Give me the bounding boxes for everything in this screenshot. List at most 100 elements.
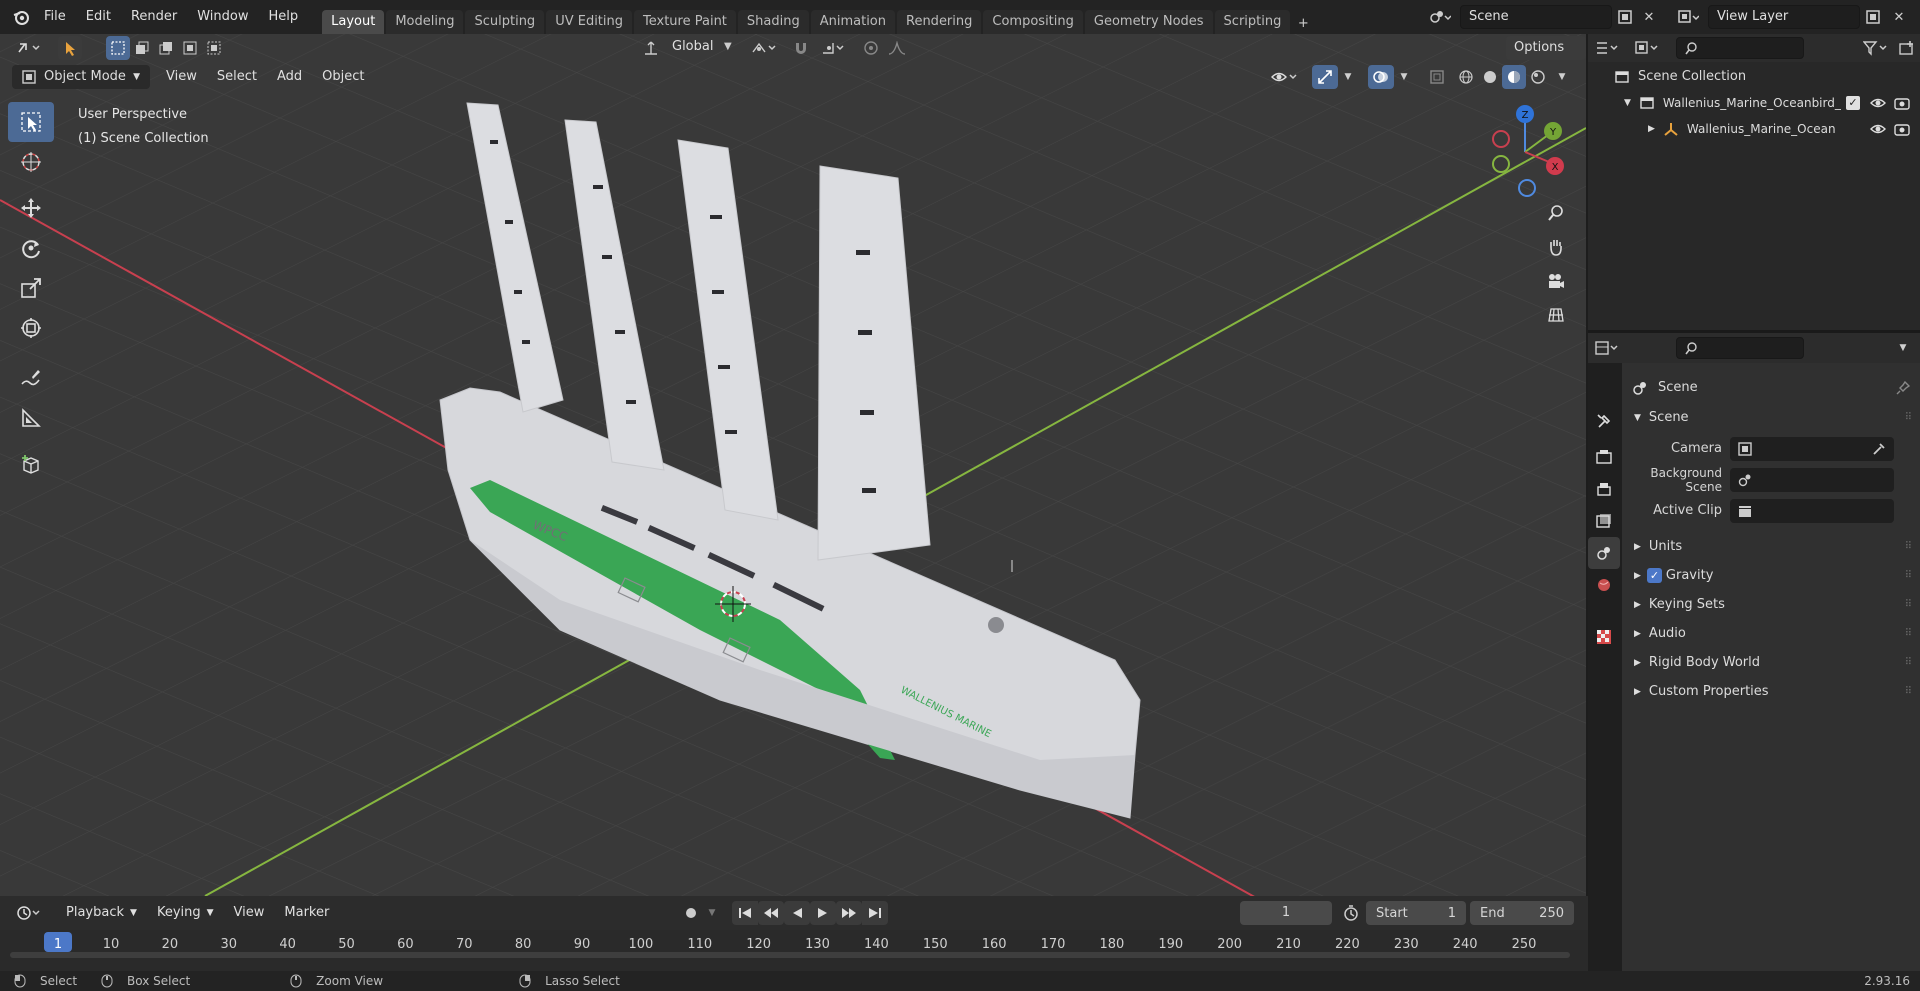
drag-handle-icon[interactable]: ⠿ <box>1905 650 1912 676</box>
solid-shading-icon[interactable] <box>1478 65 1502 89</box>
xray-toggle-icon[interactable] <box>1424 65 1450 89</box>
overlay-dropdown-icon[interactable]: ▼ <box>1394 65 1414 89</box>
view-layer-browse-icon[interactable] <box>1670 5 1706 29</box>
delete-scene-icon[interactable]: ✕ <box>1636 5 1662 29</box>
outliner-row-object[interactable]: ▶ Wallenius_Marine_Ocean <box>1588 116 1920 142</box>
camera-field[interactable] <box>1730 436 1894 461</box>
drag-handle-icon[interactable]: ⠿ <box>1905 679 1912 705</box>
texture-tab-icon[interactable] <box>1588 621 1620 653</box>
scene-browse-icon[interactable] <box>1422 5 1458 29</box>
keying-sets-panel-header[interactable]: ▶ Keying Sets ⠿ <box>1622 590 1920 619</box>
outliner-editor-type-icon[interactable] <box>1588 36 1628 60</box>
outliner-row-scene-collection[interactable]: Scene Collection <box>1588 64 1920 90</box>
render-tab-icon[interactable] <box>1588 441 1620 473</box>
measure-tool-icon[interactable] <box>8 398 54 438</box>
gizmo-neg-z-icon[interactable] <box>1518 179 1536 197</box>
tab-uv-editing[interactable]: UV Editing <box>546 10 633 34</box>
pivot-point-icon[interactable] <box>746 36 782 60</box>
select-box-tool-icon[interactable] <box>8 102 54 142</box>
active-clip-field[interactable] <box>1730 498 1894 523</box>
blender-logo-icon[interactable] <box>8 5 34 29</box>
menu-render[interactable]: Render <box>121 0 187 34</box>
transform-orientation-icon[interactable] <box>640 36 662 60</box>
select-subtract-icon[interactable] <box>154 36 178 60</box>
tweak-tool-icon[interactable] <box>58 36 82 60</box>
menu-help[interactable]: Help <box>259 0 309 34</box>
add-workspace-icon[interactable]: + <box>1292 12 1314 34</box>
tab-shading[interactable]: Shading <box>737 10 809 34</box>
menu-playback[interactable]: Playback ▼ <box>56 896 147 930</box>
rendered-shading-icon[interactable] <box>1526 65 1550 89</box>
new-scene-icon[interactable] <box>1612 5 1638 29</box>
auto-keying-icon[interactable] <box>678 901 704 925</box>
units-panel-header[interactable]: ▶ Units ⠿ <box>1622 532 1920 561</box>
current-frame-field[interactable]: 1 <box>1240 901 1332 925</box>
transform-tool-icon[interactable] <box>8 308 54 348</box>
end-frame-field[interactable]: End 250 <box>1470 901 1574 925</box>
material-shading-icon[interactable] <box>1502 65 1526 89</box>
gravity-panel-header[interactable]: ▶ ✓ Gravity ⠿ <box>1622 561 1920 590</box>
view-layer-tab-icon[interactable] <box>1588 505 1620 537</box>
scene-panel-header[interactable]: ▼ Scene ⠿ <box>1622 405 1920 431</box>
timeline-editor-type-icon[interactable] <box>12 901 48 925</box>
display-mode-icon[interactable] <box>1628 36 1668 60</box>
snap-toggle-icon[interactable] <box>788 36 814 60</box>
menu-file[interactable]: File <box>34 0 76 34</box>
jump-end-icon[interactable] <box>862 901 888 925</box>
mode-dropdown[interactable]: Object Mode ▼ <box>12 65 150 89</box>
expand-right-icon[interactable]: ▶ <box>1648 116 1655 142</box>
gravity-checkbox[interactable]: ✓ <box>1646 568 1662 583</box>
visibility-dropdown-icon[interactable] <box>1266 65 1304 89</box>
rigid-body-world-panel-header[interactable]: ▶ Rigid Body World ⠿ <box>1622 648 1920 677</box>
tab-compositing[interactable]: Compositing <box>983 10 1083 34</box>
jump-start-icon[interactable] <box>732 901 758 925</box>
gizmo-neg-x-icon[interactable] <box>1492 130 1510 148</box>
keying-chevron-icon[interactable]: ▼ <box>702 901 722 925</box>
tab-animation[interactable]: Animation <box>810 10 895 34</box>
new-view-layer-icon[interactable] <box>1860 5 1886 29</box>
editor-type-icon[interactable] <box>10 36 50 60</box>
select-intersect-icon[interactable] <box>202 36 226 60</box>
menu-add[interactable]: Add <box>267 63 312 91</box>
annotate-tool-icon[interactable] <box>8 358 54 398</box>
properties-search-input[interactable] <box>1676 337 1804 359</box>
gizmo-neg-y-icon[interactable] <box>1492 155 1510 173</box>
tool-tab-icon[interactable] <box>1588 405 1620 437</box>
render-camera-icon[interactable] <box>1894 95 1910 111</box>
exclude-checkbox[interactable]: ✓ <box>1846 96 1860 110</box>
drag-handle-icon[interactable]: ⠿ <box>1905 563 1912 589</box>
select-invert-icon[interactable] <box>178 36 202 60</box>
pan-hand-icon[interactable] <box>1543 230 1569 264</box>
options-dropdown[interactable]: Options ▼ <box>1506 36 1586 78</box>
select-new-icon[interactable] <box>106 36 130 60</box>
eye-visibility-icon[interactable] <box>1870 95 1886 111</box>
properties-options-chevron-icon[interactable]: ▼ <box>1890 336 1916 360</box>
menu-keying[interactable]: Keying ▼ <box>147 896 224 930</box>
add-cube-tool-icon[interactable] <box>8 444 54 484</box>
drag-handle-icon[interactable]: ⠿ <box>1905 621 1912 647</box>
filter-icon[interactable] <box>1858 36 1894 60</box>
outliner-row-collection[interactable]: ▼ Wallenius_Marine_Oceanbird_ ✓ <box>1588 90 1920 116</box>
render-camera-icon[interactable] <box>1894 121 1910 137</box>
menu-marker[interactable]: Marker <box>274 896 339 930</box>
pin-icon[interactable] <box>1896 381 1910 395</box>
zoom-icon[interactable] <box>1543 196 1569 230</box>
start-frame-field[interactable]: Start 1 <box>1366 901 1466 925</box>
view-layer-name-field[interactable]: View Layer <box>1708 5 1860 29</box>
tab-geometry-nodes[interactable]: Geometry Nodes <box>1084 10 1213 34</box>
shading-dropdown-icon[interactable]: ▼ <box>1552 65 1572 89</box>
proportional-edit-icon[interactable] <box>858 36 884 60</box>
tab-layout[interactable]: Layout <box>322 10 385 34</box>
move-tool-icon[interactable] <box>8 188 54 228</box>
camera-view-icon[interactable] <box>1543 264 1569 298</box>
menu-edit[interactable]: Edit <box>76 0 121 34</box>
custom-properties-panel-header[interactable]: ▶ Custom Properties ⠿ <box>1622 677 1920 706</box>
tab-texture-paint[interactable]: Texture Paint <box>634 10 736 34</box>
play-reverse-icon[interactable] <box>784 901 810 925</box>
jump-keyframe-forward-icon[interactable] <box>836 901 862 925</box>
overlay-toggle-icon[interactable] <box>1368 65 1394 89</box>
proportional-falloff-icon[interactable] <box>884 36 910 60</box>
menu-object[interactable]: Object <box>312 63 374 91</box>
menu-select[interactable]: Select <box>207 63 267 91</box>
world-tab-icon[interactable] <box>1588 569 1620 601</box>
